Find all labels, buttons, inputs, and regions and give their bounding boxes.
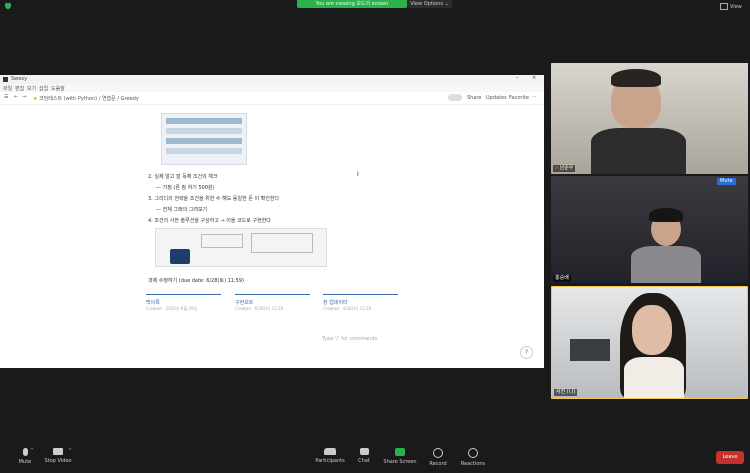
participant-tile[interactable]: Mute 홍승배 [551, 176, 748, 283]
participant-tile-active-speaker[interactable]: 서진 (나) [551, 286, 748, 399]
table-row [166, 128, 242, 134]
breadcrumb: ★ 코딩테스트 (with Python) / 연습문 / Greedy [33, 96, 139, 102]
video-camera-icon [53, 448, 63, 455]
diagram-box [251, 233, 313, 253]
text-cursor-icon: I [357, 171, 359, 178]
doc-line: 4. 조건의 사한 솔루션을 구상하고 → 이을 코드로 구현한다 [148, 218, 271, 224]
reactions-icon [468, 448, 478, 458]
embedded-image-diagram [155, 228, 327, 267]
person-hair [611, 69, 661, 87]
logo-image [170, 249, 190, 264]
view-label: View [730, 4, 742, 10]
view-button[interactable]: View [720, 3, 744, 11]
participant-name-label: 남순우 [559, 165, 574, 171]
close-icon[interactable]: × [532, 75, 536, 81]
reactions-label: Reactions [460, 461, 486, 467]
view-options-button[interactable]: View Options ⌄ [407, 0, 452, 8]
comment-input[interactable]: Type '/' for commands [322, 336, 377, 342]
window-title: Swexy [11, 76, 28, 82]
leave-button[interactable]: Leave [716, 451, 744, 464]
minimize-icon[interactable]: – [516, 75, 519, 81]
more-icon[interactable]: ⋯ [532, 94, 537, 100]
help-button[interactable]: ? [520, 346, 533, 359]
muted-mic-icon: ⌀ [555, 165, 559, 171]
doc-line: — 전체 그래의 그려보기 [156, 207, 208, 213]
embedded-image-table [161, 113, 247, 165]
monitor-shape [570, 339, 610, 361]
back-arrow-icon[interactable]: ← [14, 94, 18, 100]
card-subtitle: Created · 4/28(토) 11:59 [323, 306, 372, 311]
menu-icon[interactable]: ☰ [4, 94, 8, 100]
record-icon [433, 448, 443, 458]
menu-item[interactable]: 도움말 [51, 85, 65, 92]
microphone-icon [22, 448, 28, 456]
mute-badge: Mute [717, 178, 736, 185]
breadcrumb-item[interactable]: Greedy [121, 96, 139, 102]
window-title-bar: Swexy – × [0, 75, 544, 84]
participant-name: ⌀ 남순우 [553, 165, 576, 172]
security-shield-icon[interactable] [5, 3, 11, 9]
menu-item[interactable]: 삽입 [39, 85, 48, 92]
app-icon [3, 77, 8, 82]
participant-name: 홍승배 [553, 275, 571, 282]
stop-video-label: Stop Video [44, 458, 72, 464]
table-row [166, 138, 242, 144]
person-body [591, 128, 686, 174]
card[interactable]: 구현보트 Created · 6/28(토) 11:59 [235, 294, 310, 325]
due-date-text: 과제 수정하기 (due date: 6/28(토) 11:59) [148, 278, 244, 284]
card[interactable]: 창 업데이터 Created · 4/28(토) 11:59 [323, 294, 398, 325]
person-silhouette [632, 305, 672, 355]
mute-label: Mute [18, 459, 32, 465]
doc-line: 3. 그리디의 전략을 조건을 위한 수 해도 동일한 돈 이 확인한다 [148, 196, 280, 202]
chat-label: Chat [358, 458, 370, 464]
stop-video-button[interactable]: Stop Video [33, 448, 83, 464]
card-title: 백의록 [146, 300, 160, 306]
record-label: Record [429, 461, 447, 467]
grid-icon [720, 3, 728, 10]
shared-screen: Swexy – × 파일 편집 보기 삽입 도움말 ☰ ← → ★ 코딩테스트 … [0, 75, 544, 368]
participant-tile[interactable]: ⌀ 남순우 [551, 63, 748, 174]
menu-item[interactable]: 보기 [27, 85, 36, 92]
share-link[interactable]: Share [467, 95, 481, 101]
table-row [166, 118, 242, 124]
menu-item[interactable]: 파일 [3, 85, 12, 92]
participant-name: 서진 (나) [554, 389, 578, 396]
star-icon: ★ [33, 96, 38, 102]
person-body [631, 246, 701, 283]
forward-arrow-icon[interactable]: → [22, 94, 26, 100]
chevron-up-icon[interactable]: ^ [68, 448, 72, 454]
card[interactable]: 백의록 Created · 2024년 6월 29일 [146, 294, 221, 325]
person-body [624, 357, 684, 398]
card-title: 구현보트 [235, 300, 254, 306]
menu-item[interactable]: 편집 [15, 85, 24, 92]
doc-line: 2. 실제 알고 잘 독해 조건의 체크 [148, 174, 218, 180]
breadcrumb-item[interactable]: 코딩테스트 (with Python) [39, 96, 97, 102]
card-subtitle: Created · 6/28(토) 11:59 [235, 306, 284, 311]
share-screen-icon [395, 448, 405, 456]
breadcrumb-item[interactable]: 연습문 [102, 96, 116, 102]
participant-count: 3 [333, 448, 337, 454]
table-row [166, 148, 242, 154]
reactions-button[interactable]: Reactions [448, 448, 498, 467]
page-toolbar: ☰ ← → ★ 코딩테스트 (with Python) / 연습문 / Gree… [0, 92, 544, 105]
chat-icon [359, 448, 369, 455]
screen-share-banner: You are viewing 보드의 screen [297, 0, 407, 8]
updates-link[interactable]: Updates [486, 95, 507, 101]
person-hair [649, 208, 683, 222]
card-subtitle: Created · 2024년 6월 29일 [146, 306, 198, 311]
avatar-group [448, 94, 462, 101]
share-screen-label: Share Screen [383, 459, 417, 465]
card-title: 창 업데이터 [323, 300, 348, 306]
diagram-box [201, 234, 243, 248]
favorite-link[interactable]: Favorite [509, 95, 529, 101]
doc-line: — 가정 (른 참 하기 500원) [156, 185, 215, 191]
menu-bar: 파일 편집 보기 삽입 도움말 [0, 84, 544, 92]
